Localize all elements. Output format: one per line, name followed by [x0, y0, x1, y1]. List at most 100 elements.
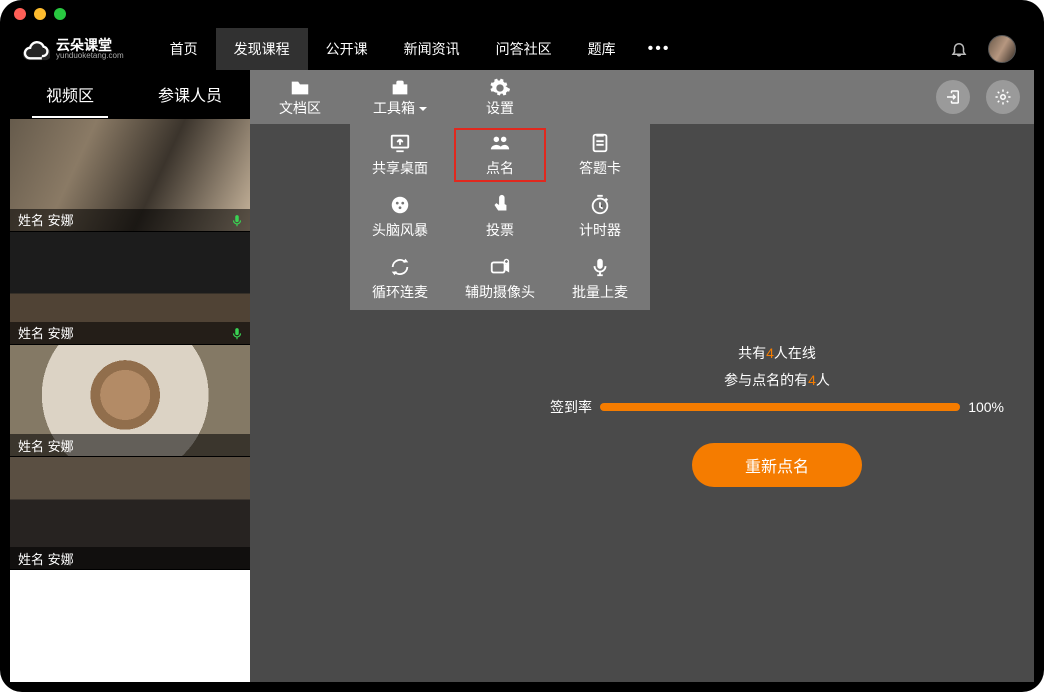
attend-line: 参与点名的有4人 [550, 367, 1004, 394]
name-prefix: 姓名 [18, 210, 44, 229]
batch-mic-icon [588, 256, 612, 278]
doc-tab-tools[interactable]: 工具箱 [350, 70, 450, 124]
window-maximize-button[interactable] [54, 8, 66, 20]
doc-tab-label: 工具箱 [373, 101, 427, 115]
nav-item-bank[interactable]: 题库 [570, 28, 634, 70]
tool-rollcall[interactable]: 点名 [450, 124, 550, 186]
attend-count: 4 [808, 372, 816, 388]
user-avatar[interactable] [988, 35, 1016, 63]
participant-name-strip: 姓名 安娜 [10, 322, 250, 344]
exit-icon [944, 88, 962, 106]
window-close-button[interactable] [14, 8, 26, 20]
top-nav: 云朵课堂 yunduoketang.com 首页 发现课程 公开课 新闻资讯 问… [10, 28, 1034, 70]
video-tile[interactable]: 姓名 安娜 [10, 456, 250, 569]
brand-logo[interactable]: 云朵课堂 yunduoketang.com [18, 35, 128, 63]
loop-mic-icon [388, 256, 412, 278]
tool-aux-camera[interactable]: 辅助摄像头 [450, 248, 550, 310]
main-area: 文档区 工具箱 设置 [250, 70, 1034, 682]
chevron-down-icon [419, 107, 427, 111]
video-tile[interactable]: 姓名 安娜 [10, 231, 250, 344]
mic-on-icon [230, 214, 244, 228]
tool-timer[interactable]: 计时器 [550, 186, 650, 248]
timer-icon [588, 194, 612, 216]
docbar-right [936, 70, 1034, 124]
settings-button[interactable] [986, 80, 1020, 114]
doc-tab-settings[interactable]: 设置 [450, 70, 550, 124]
nav-more-button[interactable]: ••• [634, 28, 685, 70]
tool-vote[interactable]: 投票 [450, 186, 550, 248]
participant-name: 安娜 [48, 436, 74, 455]
participant-name-strip: 姓名 安娜 [10, 547, 250, 569]
tool-label: 投票 [486, 220, 514, 240]
doc-tab-label: 设置 [486, 101, 514, 115]
re-rollcall-button[interactable]: 重新点名 [692, 443, 862, 487]
cloud-logo-icon [22, 35, 50, 63]
tool-label: 计时器 [579, 220, 621, 240]
tool-brainstorm[interactable]: 头脑风暴 [350, 186, 450, 248]
nav-item-public[interactable]: 公开课 [308, 28, 386, 70]
side-tabs: 视频区 参课人员 [10, 70, 250, 118]
doc-tab-label: 文档区 [279, 101, 321, 115]
participant-name: 安娜 [48, 323, 74, 342]
brainstorm-icon [388, 194, 412, 216]
video-placeholder [10, 570, 250, 682]
rollcall-stats: 共有4人在线 参与点名的有4人 签到率 100% 重新点名 [550, 340, 1004, 487]
app-content: 云朵课堂 yunduoketang.com 首页 发现课程 公开课 新闻资讯 问… [10, 28, 1034, 682]
doc-toolbar: 文档区 工具箱 设置 [250, 70, 1034, 124]
vote-icon [488, 194, 512, 216]
name-prefix: 姓名 [18, 549, 44, 568]
tool-label: 循环连麦 [372, 282, 428, 302]
nav-item-discover[interactable]: 发现课程 [216, 28, 308, 70]
nav-item-news[interactable]: 新闻资讯 [386, 28, 478, 70]
tool-label: 辅助摄像头 [465, 282, 535, 302]
tool-label: 批量上麦 [572, 282, 628, 302]
nav-item-qa[interactable]: 问答社区 [478, 28, 570, 70]
tool-loop-mic[interactable]: 循环连麦 [350, 248, 450, 310]
rate-label: 签到率 [550, 397, 592, 417]
progress-bar [600, 403, 960, 411]
window-titlebar [0, 0, 1044, 28]
gear-icon [994, 88, 1012, 106]
tool-label: 点名 [486, 158, 514, 178]
toolbox-icon [389, 79, 411, 97]
nav-right [950, 35, 1034, 63]
progress-row: 签到率 100% [550, 397, 1004, 417]
doc-tab-docs[interactable]: 文档区 [250, 70, 350, 124]
video-tile[interactable]: 姓名 安娜 [10, 118, 250, 231]
side-tab-participants[interactable]: 参课人员 [130, 70, 250, 118]
name-prefix: 姓名 [18, 323, 44, 342]
video-tile[interactable] [10, 569, 250, 682]
window-minimize-button[interactable] [34, 8, 46, 20]
tool-share-screen[interactable]: 共享桌面 [350, 124, 450, 186]
tool-label: 头脑风暴 [372, 220, 428, 240]
tool-dropdown: 共享桌面 点名 答题卡 头脑风暴 [350, 124, 650, 310]
gear-icon [489, 79, 511, 97]
tool-label: 答题卡 [579, 158, 621, 178]
name-prefix: 姓名 [18, 436, 44, 455]
answer-card-icon [588, 132, 612, 154]
video-tile[interactable]: 姓名 安娜 [10, 344, 250, 457]
app-window: 云朵课堂 yunduoketang.com 首页 发现课程 公开课 新闻资讯 问… [0, 0, 1044, 692]
participant-name-strip: 姓名 安娜 [10, 434, 250, 456]
tool-label: 共享桌面 [372, 158, 428, 178]
participant-name: 安娜 [48, 210, 74, 229]
body-row: 视频区 参课人员 姓名 安娜 姓名 安娜 [10, 70, 1034, 682]
online-line: 共有4人在线 [550, 340, 1004, 367]
tool-answer-card[interactable]: 答题卡 [550, 124, 650, 186]
brand-name: 云朵课堂 [56, 38, 124, 52]
participant-name: 安娜 [48, 549, 74, 568]
stats-lines: 共有4人在线 参与点名的有4人 [550, 340, 1004, 393]
folder-icon [289, 79, 311, 97]
nav-item-home[interactable]: 首页 [152, 28, 216, 70]
video-list: 姓名 安娜 姓名 安娜 姓名 安娜 [10, 118, 250, 682]
nav-items: 首页 发现课程 公开课 新闻资讯 问答社区 题库 ••• [152, 28, 685, 70]
mic-on-icon [230, 327, 244, 341]
bell-icon[interactable] [950, 40, 968, 58]
sidebar: 视频区 参课人员 姓名 安娜 姓名 安娜 [10, 70, 250, 682]
brand-sub: yunduoketang.com [56, 52, 124, 60]
online-count: 4 [766, 345, 774, 361]
exit-button[interactable] [936, 80, 970, 114]
tool-batch-mic[interactable]: 批量上麦 [550, 248, 650, 310]
side-tab-video[interactable]: 视频区 [10, 70, 130, 118]
people-icon [488, 132, 512, 154]
